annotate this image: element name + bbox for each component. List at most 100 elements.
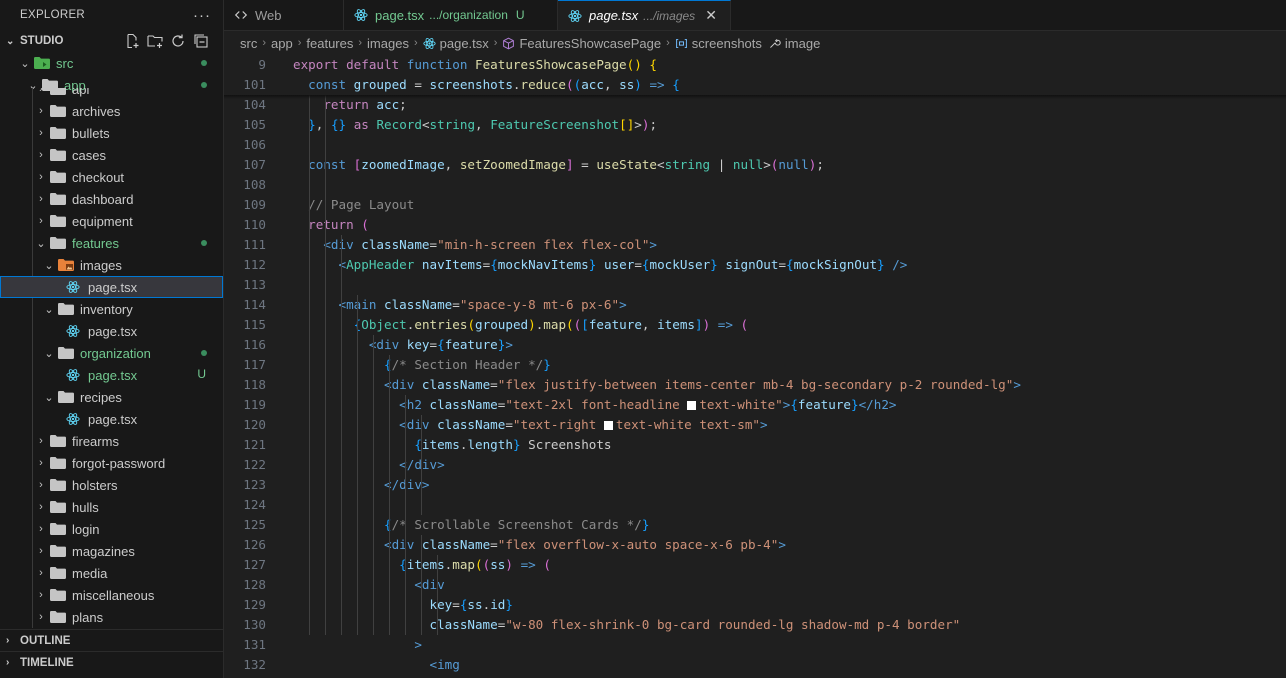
folder-cases[interactable]: › cases bbox=[0, 144, 223, 166]
code-line[interactable]: 125 {/* Scrollable Screenshot Cards */} bbox=[224, 515, 1286, 535]
code-line[interactable]: 130 className="w-80 flex-shrink-0 bg-car… bbox=[224, 615, 1286, 635]
file-organization-page-tsx[interactable]: page.tsx U bbox=[0, 364, 223, 386]
close-icon[interactable]: ✕ bbox=[705, 7, 717, 24]
code-line[interactable]: 112 <AppHeader navItems={mockNavItems} u… bbox=[224, 255, 1286, 275]
code-line[interactable]: 116 <div key={feature}> bbox=[224, 335, 1286, 355]
breadcrumb-item[interactable]: screenshots bbox=[692, 36, 762, 51]
code-line[interactable]: 105 }, {} as Record<string, FeatureScree… bbox=[224, 115, 1286, 135]
code-line[interactable]: 120 <div className="text-right text-whit… bbox=[224, 415, 1286, 435]
sticky-scroll-line[interactable]: 101 const grouped = screenshots.reduce((… bbox=[224, 75, 1286, 95]
line-number: 121 bbox=[243, 437, 266, 452]
chevron-right-icon: › bbox=[413, 37, 418, 49]
file-tree[interactable]: › api › archives › bullets › cases › checkout… bbox=[0, 88, 223, 628]
code-line[interactable]: 109 // Page Layout bbox=[224, 195, 1286, 215]
breadcrumb-item[interactable]: app bbox=[271, 36, 293, 51]
folder-label: miscellaneous bbox=[72, 587, 155, 603]
code-line[interactable]: 117 {/* Section Header */} bbox=[224, 355, 1286, 375]
chevron-right-icon: › bbox=[39, 523, 43, 535]
code-line[interactable]: 129 key={ss.id} bbox=[224, 595, 1286, 615]
folder-label: cases bbox=[72, 147, 106, 163]
folder-equipment[interactable]: › equipment bbox=[0, 210, 223, 232]
folder-icon bbox=[58, 347, 74, 359]
code-line[interactable]: 124 bbox=[224, 495, 1286, 515]
workspace-root[interactable]: ⌄ STUDIO bbox=[0, 30, 223, 52]
sticky-scroll-line[interactable]: 9 export default function FeaturesShowcas… bbox=[224, 55, 1286, 75]
folder-src[interactable]: ⌄ src bbox=[0, 52, 223, 74]
code-line[interactable]: 119 <h2 className="text-2xl font-headlin… bbox=[224, 395, 1286, 415]
code-line[interactable]: 107 const [zoomedImage, setZoomedImage] … bbox=[224, 155, 1286, 175]
folder-recipes[interactable]: ⌄ recipes bbox=[0, 386, 223, 408]
tab-organization-page[interactable]: page.tsx .../organization U bbox=[344, 0, 558, 30]
code-line[interactable]: 126 <div className="flex overflow-x-auto… bbox=[224, 535, 1286, 555]
code-line[interactable]: 131 > bbox=[224, 635, 1286, 655]
tab-label: page.tsx bbox=[589, 8, 639, 23]
code-line[interactable]: 128 <div bbox=[224, 575, 1286, 595]
chevron-right-icon: › bbox=[493, 37, 498, 49]
file-images-page-tsx[interactable]: page.tsx bbox=[0, 276, 223, 298]
react-file-icon bbox=[423, 37, 436, 50]
code-line[interactable]: 123 </div> bbox=[224, 475, 1286, 495]
folder-dashboard[interactable]: › dashboard bbox=[0, 188, 223, 210]
code-line[interactable]: 115 {Object.entries(grouped).map(([featu… bbox=[224, 315, 1286, 335]
tab-images-page[interactable]: page.tsx .../images ✕ bbox=[558, 0, 731, 30]
refresh-icon[interactable] bbox=[170, 33, 186, 49]
chevron-right-icon: › bbox=[6, 657, 10, 668]
more-actions-icon[interactable]: ··· bbox=[193, 7, 211, 24]
breadcrumb-item[interactable]: images bbox=[367, 36, 409, 51]
folder-api[interactable]: › api bbox=[0, 88, 223, 100]
folder-features[interactable]: ⌄ features bbox=[0, 232, 223, 254]
folder-archives[interactable]: › archives bbox=[0, 100, 223, 122]
code-brackets-icon bbox=[234, 11, 248, 19]
folder-forgot-password[interactable]: › forgot-password bbox=[0, 452, 223, 474]
file-recipes-page-tsx[interactable]: page.tsx bbox=[0, 408, 223, 430]
git-untracked-badge: U bbox=[197, 367, 206, 381]
line-number: 109 bbox=[243, 197, 266, 212]
line-number: 128 bbox=[243, 577, 266, 592]
react-file-icon bbox=[354, 8, 368, 22]
folder-icon bbox=[50, 149, 66, 161]
code-editor[interactable]: 104 return acc; 105 }, {} as Record<strin… bbox=[224, 55, 1286, 678]
folder-miscellaneous[interactable]: › miscellaneous bbox=[0, 584, 223, 606]
folder-magazines[interactable]: › magazines bbox=[0, 540, 223, 562]
breadcrumb-item[interactable]: features bbox=[306, 36, 353, 51]
folder-bullets[interactable]: › bullets bbox=[0, 122, 223, 144]
outline-panel-header[interactable]: › OUTLINE bbox=[0, 629, 223, 651]
code-line[interactable]: 118 <div className="flex justify-between… bbox=[224, 375, 1286, 395]
folder-organization[interactable]: ⌄ organization bbox=[0, 342, 223, 364]
code-text: {/* Scrollable Screenshot Cards */} bbox=[384, 517, 650, 532]
breadcrumb-item[interactable]: FeaturesShowcasePage bbox=[519, 36, 661, 51]
folder-holsters[interactable]: › holsters bbox=[0, 474, 223, 496]
breadcrumb: src › app › features › images › page.tsx › Fe… bbox=[224, 31, 1286, 55]
folder-images[interactable]: ⌄ images bbox=[0, 254, 223, 276]
folder-hulls[interactable]: › hulls bbox=[0, 496, 223, 518]
folder-login[interactable]: › login bbox=[0, 518, 223, 540]
breadcrumb-item[interactable]: image bbox=[785, 36, 820, 51]
symbol-function-icon bbox=[503, 37, 515, 49]
breadcrumb-item[interactable]: src bbox=[240, 36, 257, 51]
folder-media[interactable]: › media bbox=[0, 562, 223, 584]
color-swatch[interactable] bbox=[687, 401, 697, 410]
file-inventory-page-tsx[interactable]: page.tsx bbox=[0, 320, 223, 342]
new-folder-icon[interactable] bbox=[147, 33, 163, 49]
code-line[interactable]: 108 bbox=[224, 175, 1286, 195]
folder-label: dashboard bbox=[72, 191, 134, 207]
code-line[interactable]: 113 bbox=[224, 275, 1286, 295]
code-line[interactable]: 106 bbox=[224, 135, 1286, 155]
breadcrumb-item[interactable]: page.tsx bbox=[440, 36, 489, 51]
code-line[interactable]: 122 </div> bbox=[224, 455, 1286, 475]
tab-web[interactable]: Web bbox=[224, 0, 344, 30]
color-swatch[interactable] bbox=[603, 421, 613, 430]
folder-inventory[interactable]: ⌄ inventory bbox=[0, 298, 223, 320]
code-line[interactable]: 114 <main className="space-y-8 mt-6 px-6… bbox=[224, 295, 1286, 315]
code-line[interactable]: 111 <div className="min-h-screen flex fl… bbox=[224, 235, 1286, 255]
collapse-all-icon[interactable] bbox=[193, 33, 209, 49]
folder-plans[interactable]: › plans bbox=[0, 606, 223, 628]
timeline-panel-header[interactable]: › TIMELINE bbox=[0, 651, 223, 673]
code-line[interactable]: 110 return ( bbox=[224, 215, 1286, 235]
new-file-icon[interactable] bbox=[124, 33, 140, 49]
folder-checkout[interactable]: › checkout bbox=[0, 166, 223, 188]
code-line[interactable]: 121 {items.length} Screenshots bbox=[224, 435, 1286, 455]
folder-firearms[interactable]: › firearms bbox=[0, 430, 223, 452]
code-line[interactable]: 127 {items.map((ss) => ( bbox=[224, 555, 1286, 575]
code-line[interactable]: 132 <img bbox=[224, 655, 1286, 675]
